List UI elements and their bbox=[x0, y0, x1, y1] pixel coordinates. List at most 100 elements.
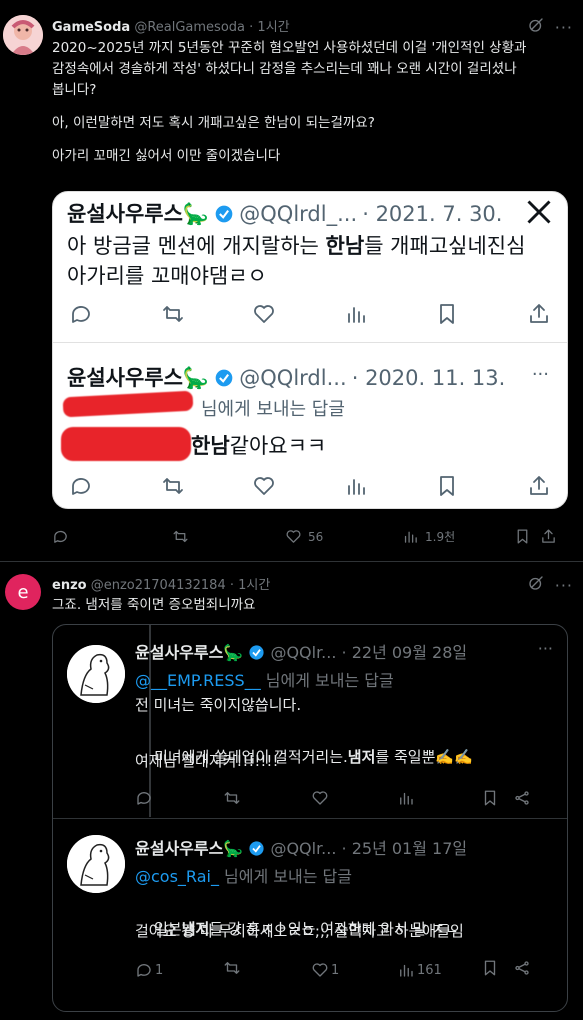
quote-text: 걸어요 걍 다 무시하세오ㄹㅇ;;; 술먹자고 하는애들임 bbox=[135, 922, 464, 940]
retweet-icon bbox=[223, 959, 311, 981]
embed-reply-to: 님에게 보내는 답글 bbox=[201, 399, 345, 420]
like-icon bbox=[252, 474, 276, 502]
post-text-line: 아가리 꼬매긴 싫어서 이만 줄이겠습니다 bbox=[52, 148, 281, 164]
more-icon: ··· bbox=[537, 639, 553, 658]
retweet-icon bbox=[161, 302, 185, 330]
user-handle[interactable]: @RealGamesoda bbox=[134, 20, 245, 35]
post-text-line: 감정속에서 경솔하게 작성' 하셨다니 감정을 추스리는데 꽤나 오랜 시간이 … bbox=[52, 61, 517, 77]
quote-text: 전 미녀는 죽이지않씁니다. bbox=[135, 696, 302, 714]
avatar[interactable]: e bbox=[5, 574, 41, 610]
share-icon bbox=[527, 302, 551, 330]
quote-date: · 25년 01월 17일 bbox=[341, 839, 468, 858]
timestamp[interactable]: 1시간 bbox=[257, 20, 289, 35]
embed-text-part: 아 방금글 멘션에 개지랄하는 bbox=[67, 234, 326, 258]
embed-tweet-header: 윤설사우루스🦕 @QQlrdl_... · 2021. 7. 30. bbox=[67, 198, 502, 228]
embed-tweet-text: 아 방금글 멘션에 개지랄하는 한남들 개패고싶네진심 bbox=[67, 230, 525, 260]
quote-reply-to: @__EMP.RESS__ 님에게 보내는 답글 bbox=[135, 667, 394, 691]
quote-handle: @QQlr... bbox=[270, 643, 337, 662]
view-count: 1.9천 bbox=[425, 530, 456, 544]
grok-icon[interactable] bbox=[527, 16, 545, 38]
share-icon bbox=[513, 959, 531, 981]
embed-display-name: 윤설사우루스🦕 bbox=[67, 366, 210, 390]
embed-text-part: 들 개패고싶네진심 bbox=[364, 234, 526, 258]
embed-text-bold: 한남 bbox=[191, 434, 230, 458]
like-stat: 1 bbox=[311, 961, 397, 979]
bookmark-icon bbox=[435, 302, 459, 330]
quote-text: 여제님 절대지켜!!!!!!! bbox=[135, 752, 279, 770]
avatar[interactable] bbox=[3, 15, 43, 55]
quote-date: · 22년 09월 28일 bbox=[341, 643, 468, 662]
separator-dot: · bbox=[229, 578, 234, 593]
embed-text-part: 같아요ㅋㅋ bbox=[229, 434, 327, 458]
embed-divider bbox=[53, 342, 567, 343]
quote-divider bbox=[53, 818, 567, 819]
embed-handle: @QQlrdl... bbox=[239, 366, 347, 390]
bookmark-icon bbox=[517, 529, 528, 544]
reply-icon bbox=[135, 789, 223, 811]
share-button[interactable] bbox=[540, 528, 557, 545]
avatar bbox=[67, 835, 125, 893]
views-icon bbox=[397, 789, 481, 811]
more-icon[interactable]: ··· bbox=[555, 18, 573, 37]
views-icon bbox=[400, 964, 413, 977]
quote-display-name: 윤설사우루스🦕 bbox=[135, 643, 244, 662]
timestamp[interactable]: 1시간 bbox=[238, 578, 270, 593]
x-logo-icon bbox=[525, 198, 553, 230]
redaction-mark bbox=[61, 427, 191, 461]
user-handle[interactable]: @enzo21704132184 bbox=[91, 578, 226, 593]
reply-button[interactable] bbox=[52, 528, 172, 545]
post-header-actions: ··· bbox=[527, 574, 573, 596]
post-header-actions: ··· bbox=[527, 16, 573, 38]
quoted-screenshot[interactable]: 윤설사우루스🦕 @QQlr... · 22년 09월 28일 ··· @__EM… bbox=[52, 624, 568, 1012]
display-name[interactable]: GameSoda bbox=[52, 20, 130, 35]
bookmark-button[interactable] bbox=[514, 528, 540, 545]
retweet-icon bbox=[173, 530, 188, 543]
post-text-line: 2020~2025년 까지 5년동안 꾸준히 혐오발언 사용하셨던데 이걸 '개… bbox=[52, 40, 527, 56]
retweet-icon bbox=[223, 789, 311, 811]
embed-action-bar bbox=[69, 302, 551, 330]
embed-tweet-text: 한남같아요ㅋㅋ bbox=[191, 430, 326, 460]
views-button[interactable]: 1.9천 bbox=[402, 528, 514, 545]
embed-handle: @QQlrdl_... bbox=[239, 202, 358, 226]
embedded-screenshot[interactable]: 윤설사우루스🦕 @QQlrdl_... · 2021. 7. 30. 아 방금글… bbox=[52, 191, 568, 509]
quote-tweet-header: 윤설사우루스🦕 @QQlr... · 25년 01월 17일 bbox=[135, 835, 467, 859]
like-icon bbox=[311, 789, 397, 811]
verified-icon bbox=[214, 369, 239, 389]
quote-display-name: 윤설사우루스🦕 bbox=[135, 839, 244, 858]
embed-date: · 2020. 11. 13. bbox=[351, 366, 506, 390]
post-text-line: 봅니다? bbox=[52, 82, 97, 98]
retweet-button[interactable] bbox=[172, 528, 285, 545]
like-count: 56 bbox=[308, 529, 324, 544]
embed-date: · 2021. 7. 30. bbox=[362, 202, 503, 226]
post-header: GameSoda @RealGamesoda · 1시간 bbox=[52, 16, 290, 35]
avatar bbox=[67, 645, 125, 703]
post-text-line: 아, 이런말하면 저도 혹시 개패고싶은 한남이 되는걸까요? bbox=[52, 115, 375, 131]
quote-handle: @QQlr... bbox=[270, 839, 337, 858]
like-icon bbox=[252, 302, 276, 330]
reply-icon bbox=[54, 530, 67, 543]
mention-link: @cos_Rai_ bbox=[135, 867, 219, 886]
quote-text-part: 를 죽일뿐✍️✍️ bbox=[375, 748, 473, 766]
grok-icon[interactable] bbox=[527, 574, 545, 596]
post-text-line bbox=[52, 101, 577, 113]
mention-link: @__EMP.RESS__ bbox=[135, 671, 261, 690]
post-action-bar: 56 1.9천 bbox=[52, 528, 572, 545]
quote-action-bar: 1 1 161 bbox=[135, 959, 531, 981]
more-icon[interactable]: ··· bbox=[555, 576, 573, 595]
display-name[interactable]: enzo bbox=[52, 578, 87, 593]
share-icon bbox=[527, 474, 551, 502]
quote-action-bar bbox=[135, 789, 531, 811]
like-icon bbox=[312, 963, 328, 977]
bookmark-icon bbox=[481, 959, 513, 981]
views-icon bbox=[344, 474, 368, 502]
reply-count: 1 bbox=[155, 962, 164, 978]
embed-display-name: 윤설사우루스🦕 bbox=[67, 202, 210, 226]
reply-icon bbox=[69, 474, 93, 502]
embed-text-bold: 한남 bbox=[325, 234, 365, 258]
like-button[interactable]: 56 bbox=[285, 528, 402, 545]
like-count: 1 bbox=[331, 962, 340, 978]
views-icon bbox=[344, 302, 368, 330]
reply-to-label: 님에게 보내는 답글 bbox=[218, 867, 352, 886]
share-icon bbox=[513, 789, 531, 811]
embed-tweet-text: 아가리를 꼬매야댐ㄹㅇ bbox=[67, 264, 267, 288]
